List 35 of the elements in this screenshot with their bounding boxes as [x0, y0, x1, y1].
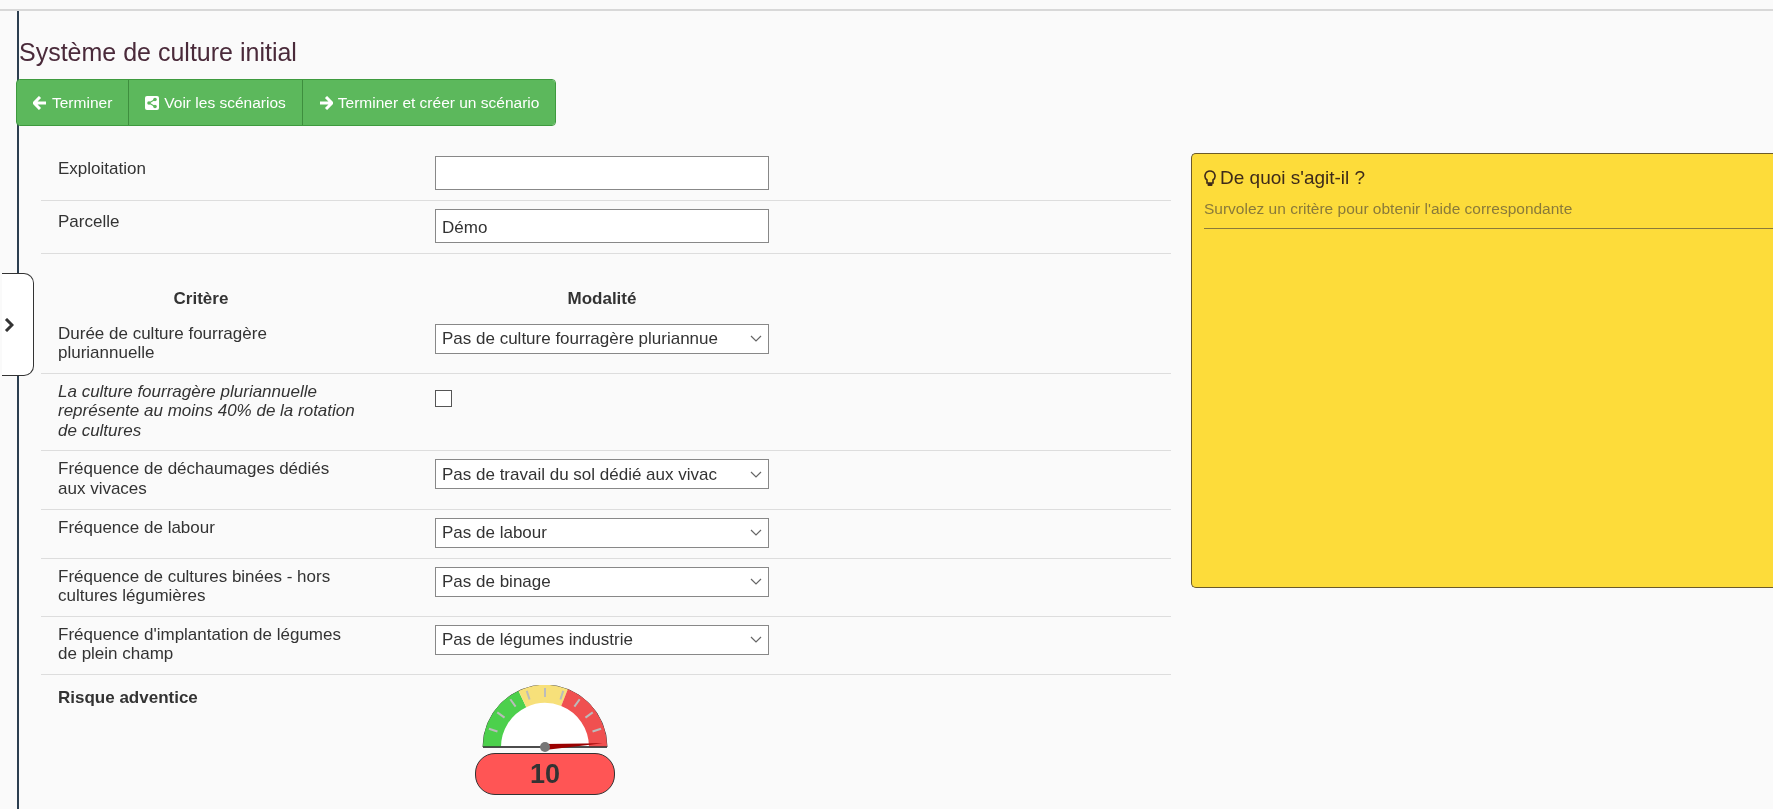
left-arrow-icon — [33, 95, 47, 110]
field-label: Exploitation — [57, 158, 147, 181]
criterion-label: Fréquence d'implantation de légumes de plein champ — [57, 624, 342, 664]
criterion-label: Durée de culture fourragère pluriannuelle — [57, 323, 268, 363]
field-label: Parcelle — [57, 211, 121, 234]
chevron-down-icon — [750, 471, 762, 478]
right-arrow-icon — [318, 95, 333, 110]
criterion-label: Fréquence de labour — [57, 517, 216, 539]
chevron-down-icon — [750, 636, 762, 644]
chevron-down-icon — [750, 578, 762, 586]
help-text: Survolez un critère pour obtenir l'aide correspondante — [1204, 196, 1773, 229]
criterion-label: La culture fourragère pluriannuelle représente au moins 40% de la rotation de cultures — [57, 381, 356, 441]
checkbox[interactable] — [435, 389, 452, 407]
dropdown[interactable]: Pas de travail du sol dédié aux vivac — [435, 459, 769, 490]
text-field[interactable] — [435, 156, 769, 191]
help-title: De quoi s'agit-il ? — [1220, 166, 1366, 190]
gauge-needle — [540, 741, 603, 752]
result-label: Risque adventice — [57, 686, 199, 709]
chevron-right-icon — [4, 317, 14, 332]
criterion-label: Fréquence de déchaumages dédiés aux vivaces — [57, 459, 331, 499]
column-header: Critère — [172, 288, 230, 311]
chevron-down-icon — [750, 529, 762, 537]
criterion-label: Fréquence de cultures binées - hors cultures légumières — [57, 566, 332, 606]
column-header: Modalité — [566, 288, 638, 311]
dropdown[interactable]: Pas de labour — [435, 517, 769, 548]
dropdown[interactable]: Pas de binage — [435, 566, 769, 597]
lightbulb-icon — [1204, 169, 1216, 187]
text-field[interactable]: Démo — [435, 209, 769, 244]
sidebar-toggle[interactable] — [2, 273, 34, 376]
page-title: Système de culture initial — [19, 37, 298, 67]
dropdown[interactable]: Pas de légumes industrie — [435, 624, 769, 655]
share-icon — [145, 95, 160, 110]
dropdown[interactable]: Pas de culture fourragère pluriannue — [435, 323, 769, 354]
chevron-down-icon — [750, 335, 762, 343]
score-badge: 10 — [475, 752, 615, 795]
